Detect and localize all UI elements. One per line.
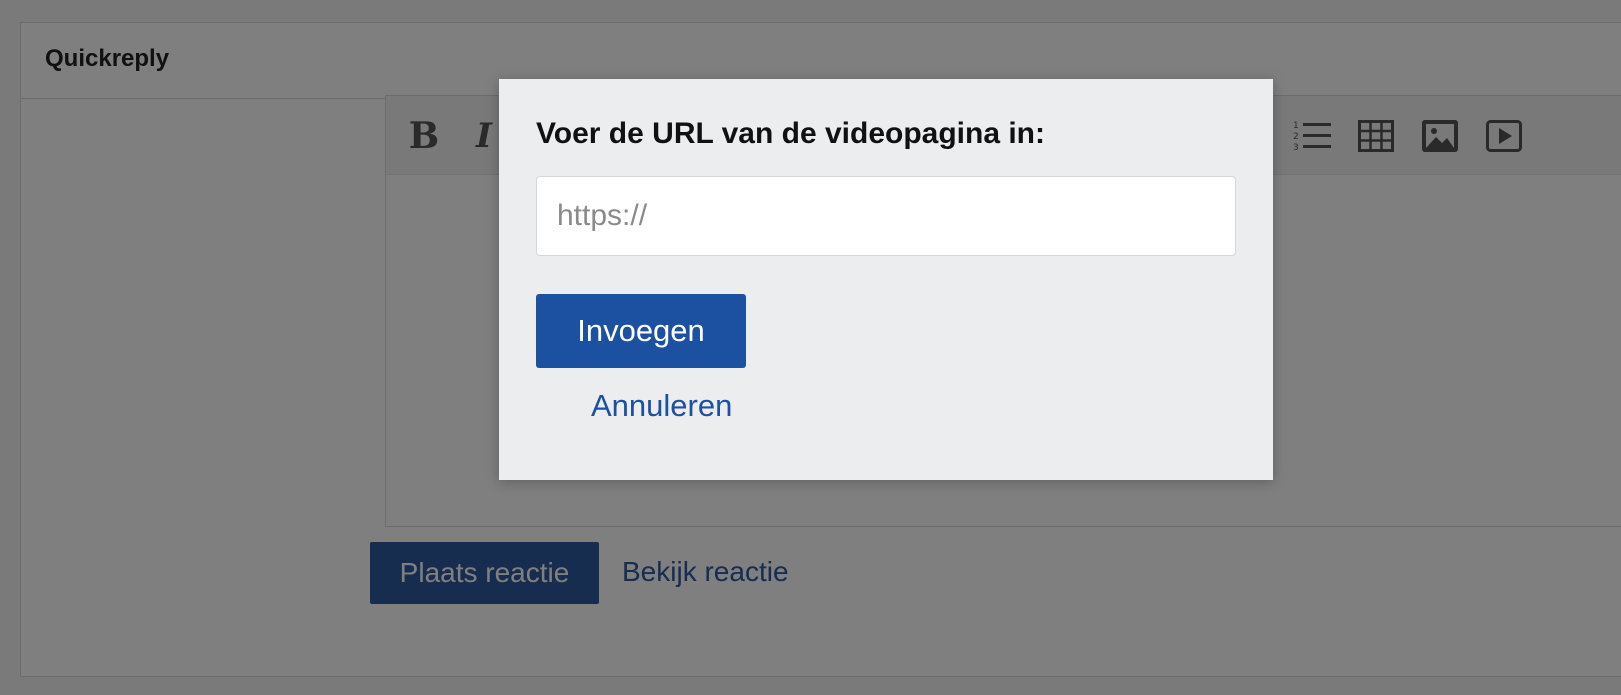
- video-url-input[interactable]: [536, 176, 1236, 256]
- insert-video-dialog: Voer de URL van de videopagina in: Invoe…: [499, 79, 1273, 480]
- insert-button[interactable]: Invoegen: [536, 294, 746, 368]
- video-url-label: Voer de URL van de videopagina in:: [536, 117, 1045, 150]
- cancel-link[interactable]: Annuleren: [591, 388, 732, 424]
